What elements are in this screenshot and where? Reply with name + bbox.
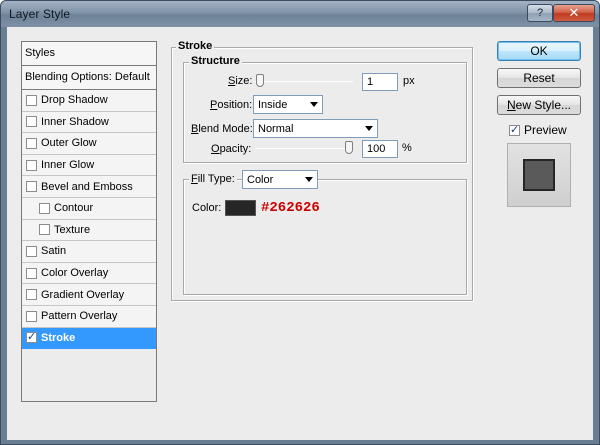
fill-type-label-mnemonic: F: [191, 173, 198, 185]
fill-type-label-text: ill Type:: [197, 173, 235, 185]
size-label-text: ize:: [235, 75, 253, 87]
opacity-slider-track[interactable]: [255, 148, 353, 149]
style-checkbox[interactable]: [26, 159, 37, 171]
style-item-label: Inner Shadow: [41, 115, 109, 128]
size-label: Size:: [228, 75, 252, 87]
blend-mode-label-text: lend Mode: [198, 123, 250, 135]
size-slider-track[interactable]: [255, 81, 353, 82]
style-item-label: Contour: [54, 202, 94, 215]
style-item-label: Stroke: [41, 331, 76, 344]
style-checkbox[interactable]: [39, 224, 50, 236]
style-item-label: Satin: [41, 245, 67, 258]
style-item-label: Drop Shadow: [41, 94, 108, 107]
new-style-text: ew Style...: [515, 98, 572, 112]
styles-header[interactable]: Styles: [22, 42, 156, 66]
style-item-contour[interactable]: Contour: [22, 197, 156, 220]
style-item-texture[interactable]: Texture: [22, 219, 156, 242]
style-checkbox[interactable]: [26, 330, 37, 344]
preview-label: Preview: [524, 123, 567, 137]
style-item-label: Outer Glow: [41, 137, 97, 150]
reset-button[interactable]: Reset: [497, 68, 581, 88]
style-item-gradient-overlay[interactable]: Gradient Overlay: [22, 284, 156, 306]
color-label: Color:: [192, 202, 222, 214]
opacity-input[interactable]: 100: [362, 140, 398, 158]
opacity-label-text: pacity:: [219, 143, 252, 155]
size-slider-thumb[interactable]: [255, 74, 264, 87]
blending-options-item[interactable]: Blending Options: Default: [22, 66, 156, 90]
style-checkbox[interactable]: [26, 94, 37, 106]
style-item-label: Bevel and Emboss: [41, 180, 133, 193]
styles-list: Styles Blending Options: Default Drop Sh…: [21, 41, 157, 402]
style-item-label: Pattern Overlay: [41, 310, 118, 323]
preview-toggle[interactable]: Preview: [509, 123, 567, 137]
style-item-label: Texture: [54, 223, 91, 236]
dialog-body: Styles Blending Options: Default Drop Sh…: [7, 27, 593, 440]
title-bar[interactable]: Layer Style ? ✕: [1, 1, 599, 27]
position-select[interactable]: Inside: [253, 95, 323, 114]
style-preview: [507, 143, 571, 207]
opacity-unit: %: [402, 142, 412, 154]
style-item-label: Gradient Overlay: [41, 288, 125, 301]
close-icon: ✕: [568, 5, 580, 20]
style-item-drop-shadow[interactable]: Drop Shadow: [22, 90, 156, 112]
style-checkbox[interactable]: [26, 137, 37, 149]
structure-title: Structure: [189, 55, 242, 67]
position-value: Inside: [258, 99, 288, 111]
fill-type-label: Fill Type:: [189, 173, 237, 185]
new-style-mnemonic: N: [506, 98, 516, 112]
style-item-label: Color Overlay: [41, 267, 109, 280]
preview-square: [523, 159, 555, 191]
chevron-down-icon: [310, 102, 318, 107]
help-button[interactable]: ?: [527, 4, 553, 22]
color-swatch[interactable]: [225, 200, 256, 216]
style-item-outer-glow[interactable]: Outer Glow: [22, 133, 156, 155]
blend-mode-value: Normal: [258, 123, 294, 135]
layer-style-dialog: Layer Style ? ✕ Styles Blending Options:…: [0, 0, 600, 445]
blend-mode-select[interactable]: Normal: [253, 119, 378, 138]
style-item-pattern-overlay[interactable]: Pattern Overlay: [22, 305, 156, 328]
style-checkbox[interactable]: [26, 181, 37, 193]
style-items: Drop Shadow Inner Shadow Outer Glow Inner G…: [22, 90, 156, 350]
style-item-satin[interactable]: Satin: [22, 241, 156, 263]
style-checkbox[interactable]: [26, 245, 37, 257]
new-style-button[interactable]: New Style...: [497, 95, 581, 115]
position-label: Position:: [210, 99, 252, 111]
opacity-slider-thumb[interactable]: [345, 141, 353, 154]
blend-mode-label: Blend Mode:: [191, 123, 253, 135]
close-button[interactable]: ✕: [553, 4, 595, 22]
style-item-label: Inner Glow: [41, 159, 95, 172]
size-input[interactable]: 1: [362, 73, 398, 91]
color-hex-label: #262626: [261, 200, 320, 216]
fill-type-value: Color: [247, 174, 274, 186]
style-checkbox[interactable]: [26, 310, 37, 322]
style-checkbox[interactable]: [26, 289, 37, 301]
opacity-label-mnemonic: O: [211, 143, 220, 155]
style-checkbox[interactable]: [39, 202, 50, 214]
stroke-section-title: Stroke: [176, 40, 215, 52]
fill-type-select[interactable]: Color: [242, 170, 318, 189]
style-item-stroke[interactable]: Stroke: [22, 327, 156, 350]
style-checkbox[interactable]: [26, 267, 37, 279]
chevron-down-icon: [305, 177, 313, 182]
style-item-color-overlay[interactable]: Color Overlay: [22, 262, 156, 285]
style-item-inner-shadow[interactable]: Inner Shadow: [22, 111, 156, 134]
help-icon: ?: [536, 7, 544, 19]
ok-button[interactable]: OK: [497, 41, 581, 61]
fill-type-group: [183, 179, 467, 295]
style-item-inner-glow[interactable]: Inner Glow: [22, 154, 156, 177]
size-unit: px: [403, 75, 415, 87]
opacity-label: Opacity:: [211, 143, 251, 155]
preview-checkbox[interactable]: [509, 123, 520, 136]
window-title: Layer Style: [9, 7, 71, 21]
style-checkbox[interactable]: [26, 116, 37, 128]
style-item-bevel-and-emboss[interactable]: Bevel and Emboss: [22, 176, 156, 198]
position-label-text: osition:: [217, 99, 253, 111]
chevron-down-icon: [365, 126, 373, 131]
